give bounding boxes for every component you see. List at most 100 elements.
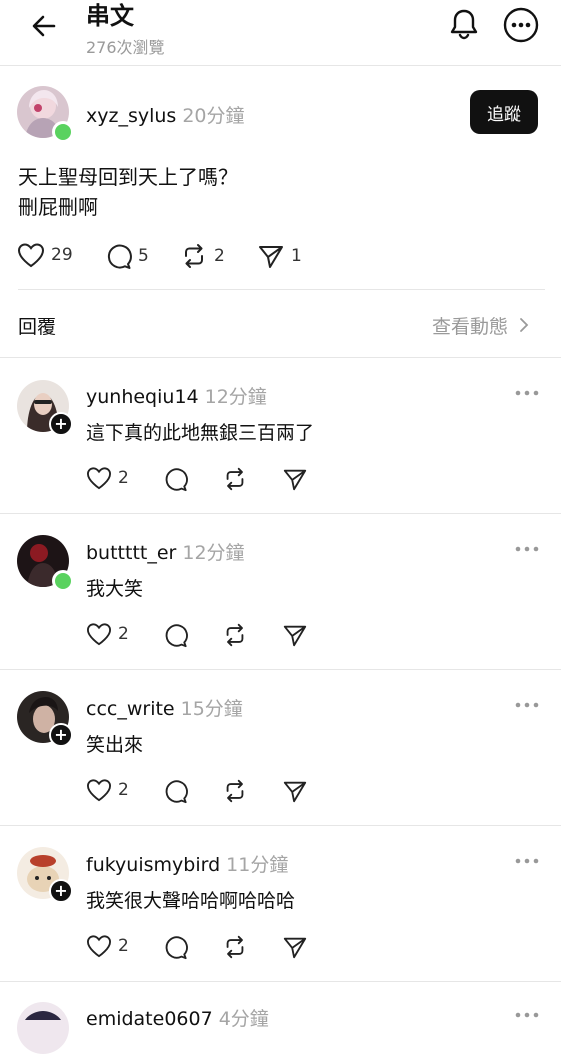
chevron-right-icon — [520, 318, 529, 332]
divider — [18, 289, 545, 290]
send-icon — [283, 937, 307, 959]
comment-icon — [165, 468, 188, 492]
comment-icon — [165, 624, 188, 648]
repost-icon — [185, 244, 203, 268]
divider — [0, 825, 561, 826]
view-activity-link[interactable]: 查看動態 — [432, 312, 530, 339]
heart-icon — [86, 935, 112, 958]
comment-count: 5 — [138, 246, 149, 266]
post-text-line-1: 天上聖母回到天上了嗎？ — [18, 165, 238, 189]
share-button[interactable] — [282, 778, 308, 804]
send-icon — [283, 469, 307, 491]
like-button[interactable]: 2 — [86, 934, 129, 958]
like-count: 2 — [118, 780, 129, 800]
divider — [0, 669, 561, 670]
send-icon — [283, 781, 307, 803]
reply-author[interactable]: buttttt_er 12分鐘 — [86, 538, 245, 565]
like-count: 29 — [51, 245, 73, 265]
divider — [0, 981, 561, 982]
bell-icon[interactable] — [446, 6, 482, 42]
share-button[interactable] — [282, 934, 308, 960]
repost-button[interactable]: 2 — [180, 242, 225, 270]
share-button[interactable]: 1 — [257, 242, 302, 270]
reply-time: 11分鐘 — [226, 854, 289, 876]
avatar[interactable] — [17, 1002, 69, 1054]
header-divider — [0, 65, 561, 66]
like-button[interactable]: 29 — [17, 242, 73, 268]
page-title: 串文 — [86, 2, 134, 30]
more-dots-icon[interactable] — [514, 1010, 540, 1020]
more-dots-icon[interactable] — [514, 700, 540, 710]
comment-button[interactable] — [162, 466, 188, 492]
comment-button[interactable] — [162, 778, 188, 804]
more-dots-icon[interactable] — [514, 388, 540, 398]
reply-username[interactable]: emidate0607 — [86, 1008, 213, 1030]
more-options-icon[interactable] — [502, 6, 540, 44]
reply-username[interactable]: buttttt_er — [86, 542, 176, 564]
comment-icon — [165, 780, 188, 804]
share-button[interactable] — [282, 622, 308, 648]
reply-text: 笑出來 — [86, 734, 144, 756]
follow-plus-icon[interactable]: + — [49, 412, 73, 436]
share-count: 1 — [291, 246, 302, 266]
replies-heading: 回覆 — [18, 316, 57, 338]
repost-button[interactable] — [222, 466, 248, 492]
reply-time: 12分鐘 — [182, 542, 245, 564]
reply-username[interactable]: fukyuismybird — [86, 854, 220, 876]
repost-button[interactable] — [222, 778, 248, 804]
send-icon — [259, 246, 283, 268]
follow-button[interactable]: 追蹤 — [470, 90, 538, 134]
online-status-dot — [52, 121, 74, 143]
heart-icon — [86, 623, 112, 646]
top-bar: 串文 276次瀏覽 — [0, 0, 561, 66]
reply-time: 4分鐘 — [218, 1008, 269, 1030]
comment-button[interactable] — [162, 622, 188, 648]
divider — [0, 357, 561, 358]
comment-icon — [107, 244, 132, 269]
view-count: 276次瀏覽 — [86, 38, 165, 57]
repost-count: 2 — [214, 246, 225, 266]
heart-icon — [86, 467, 112, 490]
comment-icon — [165, 936, 188, 960]
like-count: 2 — [118, 936, 129, 956]
reply-text: 我大笑 — [86, 578, 144, 600]
like-button[interactable]: 2 — [86, 778, 129, 802]
comment-button[interactable] — [162, 934, 188, 960]
like-button[interactable]: 2 — [86, 622, 129, 646]
post-author[interactable]: xyz_sylus 20分鐘 — [86, 101, 245, 128]
reply-text: 這下真的此地無銀三百兩了 — [86, 422, 315, 444]
like-button[interactable]: 2 — [86, 466, 129, 490]
comment-button[interactable]: 5 — [104, 242, 149, 270]
post-author-username[interactable]: xyz_sylus — [86, 105, 176, 127]
repost-icon — [226, 779, 244, 803]
divider — [0, 513, 561, 514]
reply-author[interactable]: yunheqiu14 12分鐘 — [86, 382, 267, 409]
reply-time: 15分鐘 — [180, 698, 243, 720]
view-activity-label[interactable]: 查看動態 — [432, 316, 508, 338]
post-text-line-2: 刪屁刪啊 — [18, 195, 98, 219]
like-count: 2 — [118, 468, 129, 488]
repost-button[interactable] — [222, 934, 248, 960]
like-count: 2 — [118, 624, 129, 644]
repost-icon — [226, 935, 244, 959]
repost-button[interactable] — [222, 622, 248, 648]
repost-icon — [226, 623, 244, 647]
follow-plus-icon[interactable]: + — [49, 723, 73, 747]
follow-plus-icon[interactable]: + — [49, 879, 73, 903]
reply-author[interactable]: ccc_write 15分鐘 — [86, 694, 243, 721]
reply-username[interactable]: ccc_write — [86, 698, 175, 720]
share-button[interactable] — [282, 466, 308, 492]
reply-author[interactable]: fukyuismybird 11分鐘 — [86, 850, 288, 877]
more-dots-icon[interactable] — [514, 544, 540, 554]
more-dots-icon[interactable] — [514, 856, 540, 866]
reply-author[interactable]: emidate0607 4分鐘 — [86, 1004, 269, 1031]
online-status-dot — [52, 570, 74, 592]
repost-icon — [226, 467, 244, 491]
back-arrow-icon[interactable] — [28, 10, 60, 42]
reply-text: 我笑很大聲哈哈啊哈哈哈 — [86, 890, 296, 912]
reply-username[interactable]: yunheqiu14 — [86, 386, 199, 408]
heart-icon — [86, 779, 112, 802]
post-time: 20分鐘 — [182, 105, 245, 127]
heart-icon — [17, 243, 45, 268]
send-icon — [283, 625, 307, 647]
